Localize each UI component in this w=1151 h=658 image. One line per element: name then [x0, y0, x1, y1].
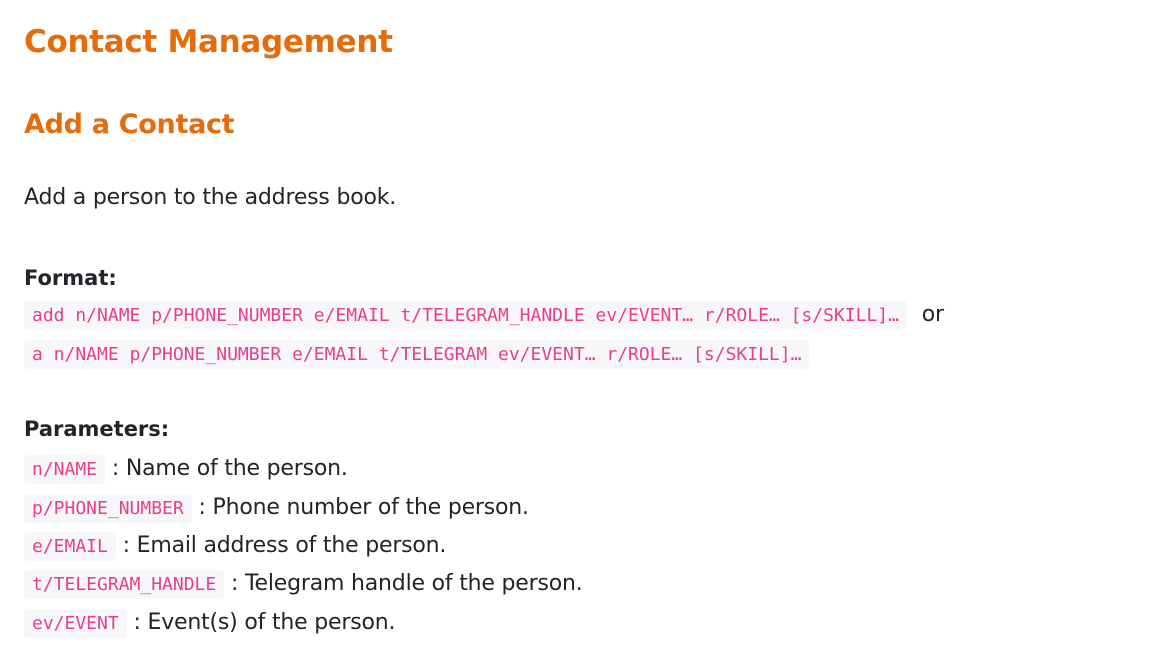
parameter-description: : Phone number of the person.: [198, 495, 530, 520]
parameter-item: t/TELEGRAM_HANDLE : Telegram handle of t…: [24, 567, 583, 602]
parameter-item: ev/EVENT : Event(s) of the person.: [24, 606, 395, 641]
format-line-full: add n/NAME p/PHONE_NUMBER e/EMAIL t/TELE…: [24, 298, 944, 333]
document-page: Contact Management Add a Contact Add a p…: [0, 0, 1151, 658]
parameter-code: t/TELEGRAM_HANDLE: [24, 570, 225, 599]
parameter-code: p/PHONE_NUMBER: [24, 494, 192, 523]
parameter-description: : Name of the person.: [111, 456, 348, 481]
command-short-code: a n/NAME p/PHONE_NUMBER e/EMAIL t/TELEGR…: [24, 340, 810, 369]
command-full-code: add n/NAME p/PHONE_NUMBER e/EMAIL t/TELE…: [24, 301, 907, 330]
page-title: Contact Management: [24, 24, 393, 60]
parameter-code: ev/EVENT: [24, 609, 127, 638]
parameter-code: e/EMAIL: [24, 532, 116, 561]
parameter-description: : Telegram handle of the person.: [231, 571, 583, 596]
parameters-label: Parameters:: [24, 417, 170, 441]
parameter-item: e/EMAIL : Email address of the person.: [24, 529, 446, 564]
parameter-code: n/NAME: [24, 455, 106, 484]
format-label: Format:: [24, 266, 117, 290]
parameter-item: p/PHONE_NUMBER : Phone number of the per…: [24, 491, 529, 526]
format-line-short: a n/NAME p/PHONE_NUMBER e/EMAIL t/TELEGR…: [24, 337, 810, 372]
section-title: Add a Contact: [24, 109, 235, 140]
parameter-description: : Event(s) of the person.: [133, 610, 396, 635]
or-text: or: [921, 302, 944, 327]
parameter-description: : Email address of the person.: [122, 533, 447, 558]
section-intro: Add a person to the address book.: [24, 185, 397, 210]
parameter-item: n/NAME : Name of the person.: [24, 452, 348, 487]
